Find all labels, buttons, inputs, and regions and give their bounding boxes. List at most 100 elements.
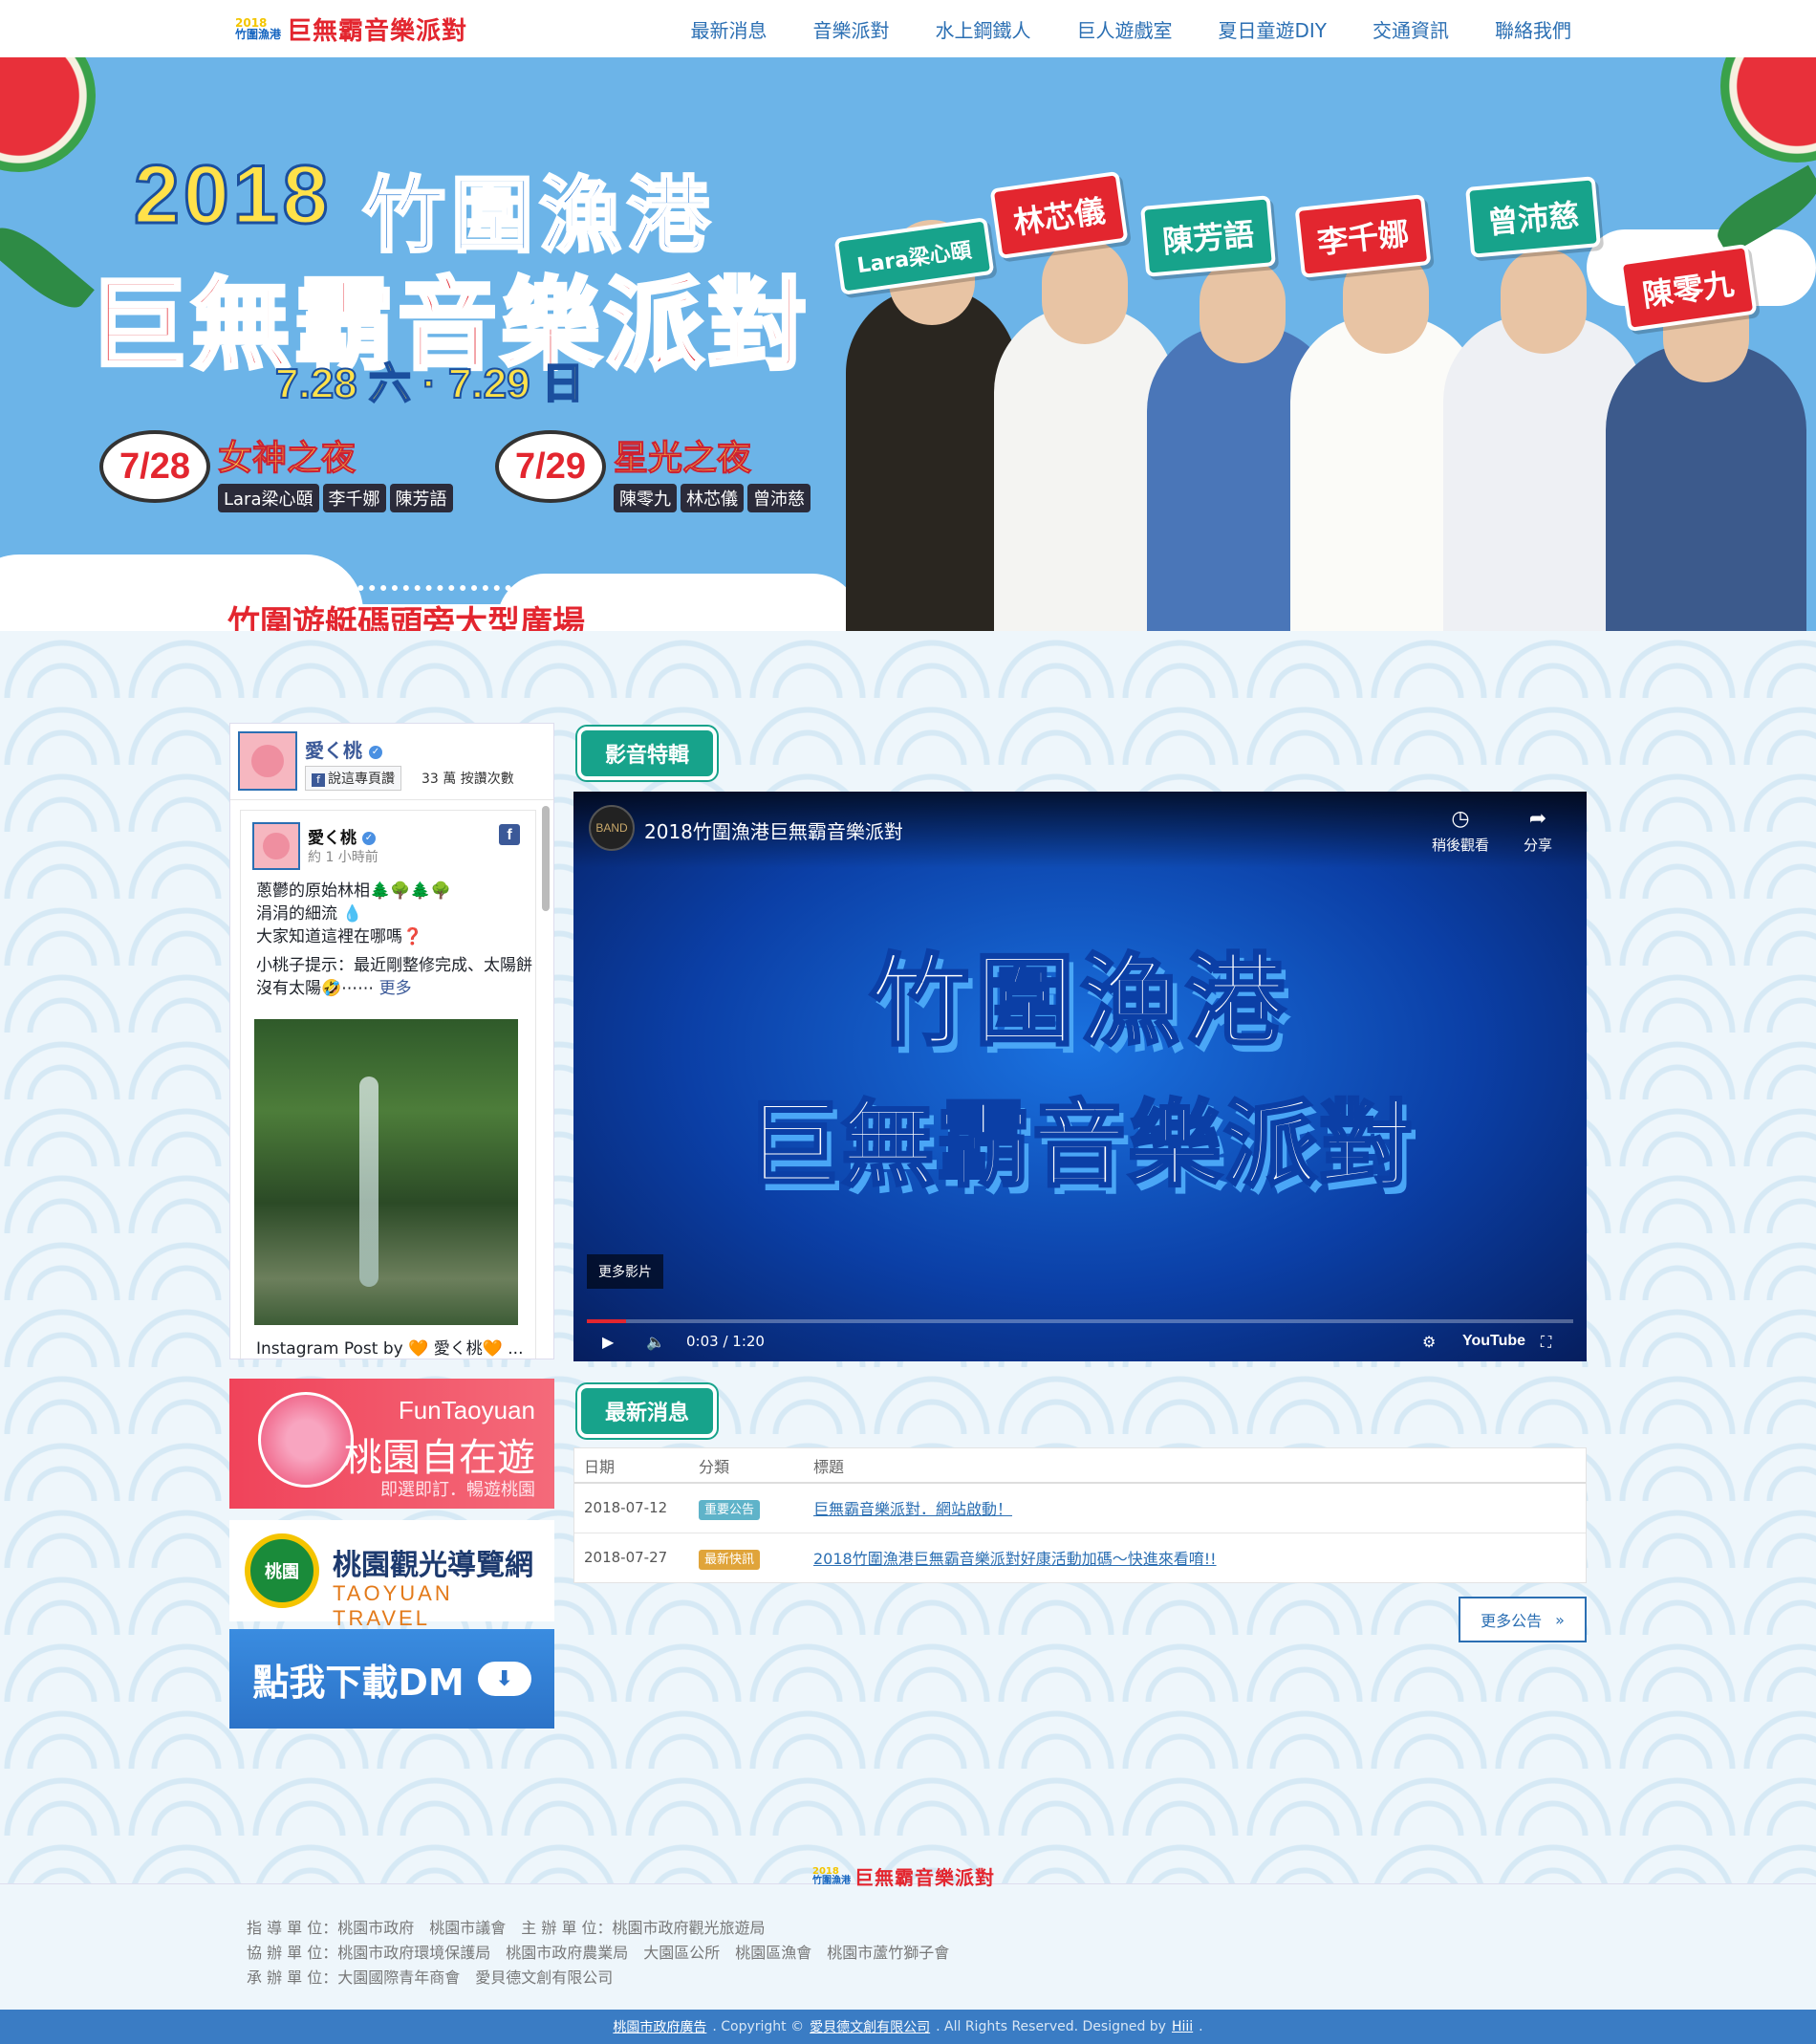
taoyuan-emblem-icon: 桃園	[245, 1533, 319, 1608]
artist-photo	[1606, 277, 1806, 631]
company-link[interactable]: 愛貝德文創有限公司	[810, 2017, 930, 2036]
post-text: 蔥鬱的原始林相🌲🌳🌲🌳 涓涓的細流 💧 大家知道這裡在哪嗎❓ 小桃子提示：最近剛…	[256, 881, 532, 998]
nav-news[interactable]: 最新消息	[690, 15, 767, 43]
youtube-logo[interactable]: YouTube	[1462, 1333, 1525, 1350]
see-more-link[interactable]: 更多	[379, 979, 412, 998]
cloud-download-icon: ⬇	[477, 1662, 531, 1696]
logo-small-text: 2018 竹圍漁港	[235, 16, 282, 41]
flower-icon	[258, 1392, 354, 1488]
banner-dates: 7.28 六 · 7.29 日	[274, 359, 585, 408]
volume-icon[interactable]: 🔈	[646, 1333, 665, 1351]
category-badge: 重要公告	[699, 1499, 761, 1520]
nav-contact[interactable]: 聯絡我們	[1495, 15, 1571, 43]
fun-taoyuan-banner[interactable]: FunTaoyuan 桃園自在遊 即選即訂．暢遊桃園	[229, 1379, 554, 1509]
page-avatar[interactable]	[238, 731, 297, 791]
performer-name: Lara梁心頤	[218, 484, 319, 512]
date-bubble: 7/28	[99, 430, 210, 503]
fb-page-name[interactable]: 愛く桃 ✓	[305, 735, 382, 763]
nav-summer-diy[interactable]: 夏日童遊DIY	[1218, 15, 1327, 43]
performer-name: 陳零九	[614, 484, 677, 512]
artist-tag: 陳芳語	[1140, 195, 1276, 277]
column-header: 分類	[689, 1448, 804, 1484]
clock-icon: ◷	[1451, 807, 1470, 831]
table-row: 2018-07-27 最新快訊 2018竹圍漁港巨無霸音樂派對好康活動加碼～快進…	[574, 1532, 1586, 1582]
post-author[interactable]: 愛く桃 ✓	[308, 824, 376, 848]
post-photo[interactable]	[254, 1019, 518, 1325]
more-news-button[interactable]: 更多公告 »	[1459, 1597, 1587, 1642]
nav-music-party[interactable]: 音樂派對	[812, 15, 889, 43]
verified-icon: ✓	[368, 745, 382, 759]
table-row: 2018-07-12 重要公告 巨無霸音樂派對．網站啟動！	[574, 1482, 1586, 1533]
artist-tag: 曾沛慈	[1465, 176, 1601, 258]
nav-traffic[interactable]: 交通資訊	[1373, 15, 1449, 43]
night-title: 星光之夜	[614, 439, 752, 479]
hero-banner: 2018 竹圍漁港 巨無霸音樂派對 7.28 六 · 7.29 日 7/28 女…	[0, 57, 1816, 631]
news-date: 2018-07-12	[574, 1482, 689, 1533]
site-header: 2018 竹圍漁港 巨無霸音樂派對 最新消息 音樂派對 水上鋼鐵人 巨人遊戲室 …	[0, 0, 1816, 57]
share-button[interactable]: ➦ 分享	[1524, 807, 1552, 855]
night-729: 7/29 星光之夜 陳零九 林芯儀 曾沛慈	[495, 430, 811, 512]
column-header: 標題	[804, 1448, 1586, 1484]
video-title[interactable]: 2018竹圍漁港巨無霸音樂派對	[644, 816, 903, 844]
date-bubble: 7/29	[495, 430, 606, 503]
leaf-decoration	[0, 216, 95, 319]
play-icon[interactable]: ▶	[602, 1333, 614, 1351]
video-frame-text: 巨無霸音樂派對	[744, 1090, 1415, 1202]
category-badge: 最新快訊	[699, 1549, 761, 1570]
verified-icon: ✓	[361, 832, 376, 845]
watch-later-button[interactable]: ◷ 稍後觀看	[1432, 807, 1489, 855]
logo-title: 巨無霸音樂派對	[287, 16, 468, 46]
venue-label: 竹圍遊艇碼頭旁大型廣場	[222, 585, 591, 631]
video-frame-text: 竹圍漁港	[868, 942, 1290, 1061]
artist-photo	[846, 220, 1018, 631]
artist-tag: 李千娜	[1294, 194, 1432, 278]
news-table: 日期 分類 標題 2018-07-12 重要公告 巨無霸音樂派對．網站啟動！ 2…	[573, 1447, 1587, 1583]
fullscreen-icon[interactable]: ⛶	[1541, 1333, 1551, 1352]
fb-page-header: 愛く桃 ✓ f 說這專頁讚 33 萬 按讚次數	[230, 724, 553, 800]
taoyuan-travel-banner[interactable]: 桃園 桃園觀光導覽網 TAOYUAN TRAVEL	[229, 1520, 554, 1630]
fb-like-count: 33 萬 按讚次數	[422, 772, 514, 787]
post-avatar[interactable]	[252, 822, 300, 870]
facebook-logo-icon[interactable]: f	[499, 824, 520, 845]
facebook-icon: f	[312, 773, 325, 787]
double-chevron-right-icon: »	[1555, 1610, 1565, 1629]
copyright-bar: 桃園市政府廣告 . Copyright © 愛貝德文創有限公司 . All Ri…	[0, 2010, 1816, 2044]
facebook-page-widget[interactable]: 愛く桃 ✓ f 說這專頁讚 33 萬 按讚次數 愛く桃 ✓ 約 1 小時前 f 蔥…	[229, 723, 554, 1359]
column-header: 日期	[574, 1448, 689, 1484]
watermelon-decoration	[0, 57, 96, 172]
channel-avatar[interactable]: BAND	[589, 805, 635, 851]
player-controls: ▶ 🔈 0:03 / 1:20 ⚙ YouTube ⛶	[573, 1329, 1587, 1361]
section-tab-news: 最新消息	[577, 1384, 717, 1438]
progress-fill	[587, 1319, 627, 1323]
time-display: 0:03 / 1:20	[686, 1333, 765, 1350]
footer-credits: 指 導 單 位：桃園市政府 桃園市議會主 辦 單 位：桃園市政府觀光旅遊局 協 …	[247, 1919, 950, 1987]
fb-post: 愛く桃 ✓ 約 1 小時前 f 蔥鬱的原始林相🌲🌳🌲🌳 涓涓的細流 💧 大家知道…	[240, 810, 536, 1359]
news-title-link[interactable]: 2018竹圍漁港巨無霸音樂派對好康活動加碼～快進來看唷!!	[813, 1550, 1217, 1568]
scrollbar[interactable]	[542, 806, 550, 911]
fb-like-button[interactable]: f 說這專頁讚	[305, 766, 401, 791]
night-728: 7/28 女神之夜 Lara梁心頤 李千娜 陳芳語	[99, 430, 453, 512]
news-title-link[interactable]: 巨無霸音樂派對．網站啟動！	[813, 1500, 1012, 1518]
banner-year: 2018	[132, 148, 333, 243]
site-logo[interactable]: 2018 竹圍漁港 巨無霸音樂派對	[235, 11, 467, 46]
performer-name: 李千娜	[322, 484, 386, 512]
post-caption[interactable]: Instagram Post by 🧡 愛く桃🧡 ...	[256, 1335, 523, 1359]
main-nav: 最新消息 音樂派對 水上鋼鐵人 巨人遊戲室 夏日童遊DIY 交通資訊 聯絡我們	[690, 0, 1571, 57]
nav-water-ironman[interactable]: 水上鋼鐵人	[935, 15, 1030, 43]
settings-gear-icon[interactable]: ⚙	[1422, 1333, 1436, 1351]
watermelon-decoration	[1720, 57, 1816, 163]
news-date: 2018-07-27	[574, 1532, 689, 1582]
nav-giant-game-room[interactable]: 巨人遊戲室	[1076, 15, 1172, 43]
performer-name: 曾沛慈	[747, 484, 811, 512]
share-arrow-icon: ➦	[1528, 807, 1547, 831]
city-ad-link[interactable]: 桃園市政府廣告	[613, 2017, 706, 2036]
post-time[interactable]: 約 1 小時前	[308, 847, 378, 866]
night-title: 女神之夜	[218, 439, 357, 479]
performer-name: 林芯儀	[681, 484, 744, 512]
designer-link[interactable]: Hiii	[1172, 2019, 1193, 2034]
download-dm-button[interactable]: 點我下載DM ⬇	[229, 1629, 554, 1729]
more-videos-button[interactable]: 更多影片	[587, 1254, 663, 1289]
performer-name: 陳芳語	[389, 484, 453, 512]
progress-bar[interactable]	[587, 1319, 1573, 1323]
youtube-player[interactable]: BAND 2018竹圍漁港巨無霸音樂派對 ◷ 稍後觀看 ➦ 分享 竹圍漁港 巨無霸音…	[573, 792, 1587, 1361]
